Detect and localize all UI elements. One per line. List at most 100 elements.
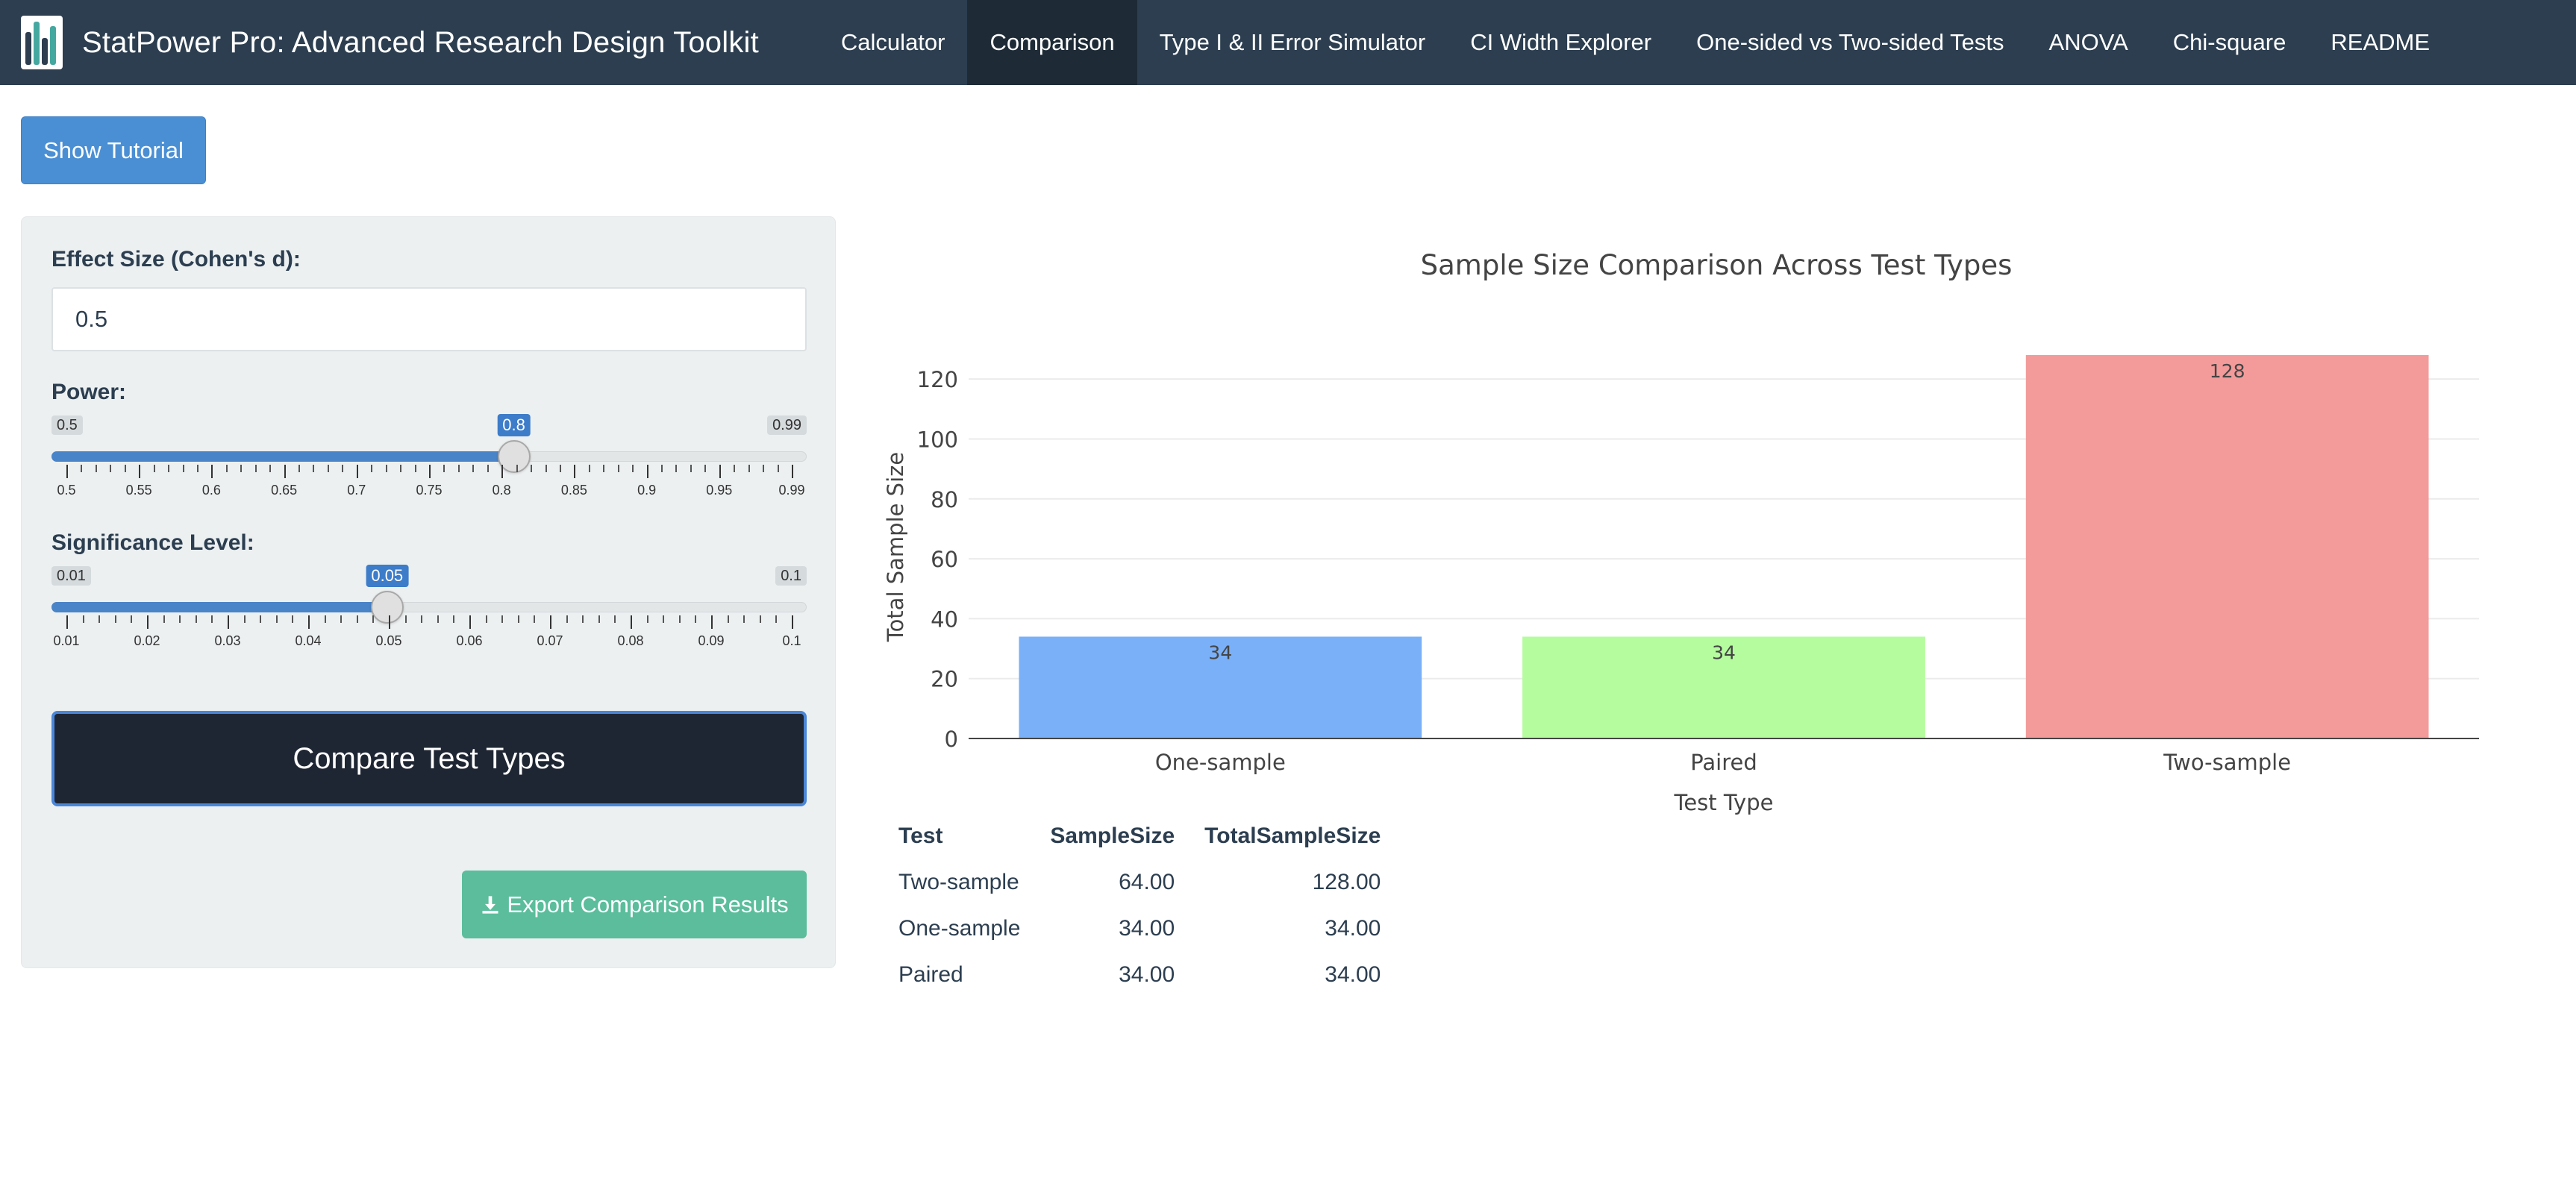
results-table: Test SampleSize TotalSampleSize Two-sample…	[887, 813, 1398, 998]
slider-minor-tick	[356, 615, 358, 623]
column-header: Test	[898, 824, 943, 848]
slider-minor-tick	[743, 615, 745, 623]
slider-major-tick	[356, 465, 358, 478]
table-cell: One-sample	[898, 916, 1021, 941]
significance-ticks: 0.01 0.02 0.03 0.04 0.05 0.06 0.07 0.08 0.09 0.1	[51, 615, 807, 653]
slider-tick-label: 0.99	[778, 483, 805, 498]
slider-minor-tick	[443, 465, 446, 472]
significance-slider[interactable]: 0.01 0.1 0.05 0.01 0.02 0.03 0.04 0.05 0.06 0.…	[51, 565, 807, 656]
slider-minor-tick	[582, 615, 584, 623]
show-tutorial-button[interactable]: Show Tutorial	[21, 116, 206, 184]
slider-major-tick	[574, 465, 576, 478]
slider-major-tick	[139, 465, 141, 478]
slider-tick-label: 0.55	[125, 483, 152, 498]
slider-minor-tick	[690, 465, 692, 472]
nav-tab-readme[interactable]: README	[2308, 0, 2452, 85]
slider-minor-tick	[342, 465, 344, 472]
table-row: Two-sample 64.00 128.00	[887, 859, 1398, 906]
slider-minor-tick	[704, 465, 707, 472]
slider-major-tick	[711, 615, 713, 629]
slider-major-tick	[792, 615, 793, 629]
slider-minor-tick	[501, 615, 504, 623]
export-comparison-label: Export Comparison Results	[507, 891, 789, 918]
y-axis-title: Total Sample Size	[883, 452, 908, 642]
slider-tick-label: 0.05	[375, 633, 402, 648]
slider-minor-tick	[400, 465, 402, 472]
y-tick-label: 0	[945, 727, 958, 752]
x-axis-title: Test Type	[1674, 790, 1774, 815]
x-tick-label: One-sample	[1155, 750, 1286, 775]
significance-max-label: 0.1	[775, 566, 807, 586]
nav-tab-anova[interactable]: ANOVA	[2027, 0, 2151, 85]
power-fill	[51, 451, 514, 462]
slider-minor-tick	[124, 465, 126, 472]
slider-tick-label: 0.01	[53, 633, 80, 648]
y-tick-label: 80	[931, 487, 958, 512]
nav-tab-calculator[interactable]: Calculator	[819, 0, 968, 85]
slider-minor-tick	[678, 615, 681, 623]
table-row: Paired 34.00 34.00	[887, 952, 1398, 998]
bar-data-label: 128	[2210, 360, 2245, 382]
slider-minor-tick	[603, 465, 605, 472]
y-tick-label: 100	[917, 427, 958, 452]
slider-major-tick	[284, 465, 286, 478]
power-slider[interactable]: 0.5 0.99 0.8 0.5 0.55 0.6 0.65 0.7 0.75 0.8 0.8…	[51, 414, 807, 505]
y-tick-label: 60	[931, 547, 958, 572]
slider-tick-label: 0.95	[706, 483, 733, 498]
slider-tick-label: 0.07	[537, 633, 563, 648]
brand[interactable]: StatPower Pro: Advanced Research Design …	[0, 0, 759, 85]
slider-major-tick	[646, 465, 648, 478]
slider-major-tick	[550, 615, 551, 629]
slider-minor-tick	[775, 615, 778, 623]
slider-minor-tick	[661, 465, 663, 472]
table-row: One-sample 34.00 34.00	[887, 906, 1398, 952]
effect-size-input[interactable]: 0.5	[51, 287, 807, 351]
slider-major-tick	[719, 465, 721, 478]
slider-tick-label: 0.5	[57, 483, 76, 498]
slider-major-tick	[308, 615, 310, 629]
slider-minor-tick	[182, 465, 184, 472]
slider-minor-tick	[82, 615, 84, 623]
app-logo-icon	[21, 16, 63, 69]
slider-tick-label: 0.75	[416, 483, 443, 498]
slider-minor-tick	[748, 465, 750, 472]
slider-major-tick	[429, 465, 431, 478]
slider-minor-tick	[260, 615, 262, 623]
slider-minor-tick	[727, 615, 729, 623]
slider-minor-tick	[472, 465, 475, 472]
table-header-row: Test SampleSize TotalSampleSize	[887, 813, 1398, 859]
slider-minor-tick	[485, 615, 487, 623]
nav-tab-ci-width-explorer[interactable]: CI Width Explorer	[1448, 0, 1674, 85]
nav-tab-one-sided-vs-two-sided-tests[interactable]: One-sided vs Two-sided Tests	[1674, 0, 2026, 85]
slider-minor-tick	[313, 465, 315, 472]
slider-minor-tick	[617, 465, 619, 472]
slider-minor-tick	[114, 615, 116, 623]
slider-minor-tick	[404, 615, 407, 623]
table-cell: 34.00	[1325, 916, 1381, 941]
slider-minor-tick	[371, 465, 373, 472]
slider-minor-tick	[759, 615, 761, 623]
slider-minor-tick	[777, 465, 779, 472]
slider-tick-label: 0.09	[698, 633, 725, 648]
slider-minor-tick	[95, 465, 97, 472]
column-header: TotalSampleSize	[1204, 824, 1381, 848]
slider-minor-tick	[453, 615, 455, 623]
slider-minor-tick	[614, 615, 616, 623]
nav-tab-comparison[interactable]: Comparison	[967, 0, 1137, 85]
bar-chart-svg: 0 20 40 60 80 100 120 34 One-sample 34 Paired 128 Tw…	[883, 355, 2479, 815]
slider-minor-tick	[131, 615, 133, 623]
slider-major-tick	[147, 615, 149, 629]
power-label: Power:	[51, 380, 127, 404]
significance-min-label: 0.01	[51, 566, 91, 586]
slider-minor-tick	[517, 615, 519, 623]
app-title: StatPower Pro: Advanced Research Design …	[82, 25, 759, 59]
slider-tick-label: 0.08	[617, 633, 644, 648]
compare-test-types-button[interactable]: Compare Test Types	[51, 711, 807, 806]
table-cell: 34.00	[1325, 962, 1381, 987]
slider-minor-tick	[269, 465, 272, 472]
nav-tab-chi-square[interactable]: Chi-square	[2151, 0, 2309, 85]
slider-minor-tick	[195, 615, 197, 623]
column-header: SampleSize	[1050, 824, 1175, 848]
nav-tab-type-i-ii-error-simulator[interactable]: Type I & II Error Simulator	[1137, 0, 1448, 85]
export-comparison-button[interactable]: Export Comparison Results	[462, 871, 807, 938]
